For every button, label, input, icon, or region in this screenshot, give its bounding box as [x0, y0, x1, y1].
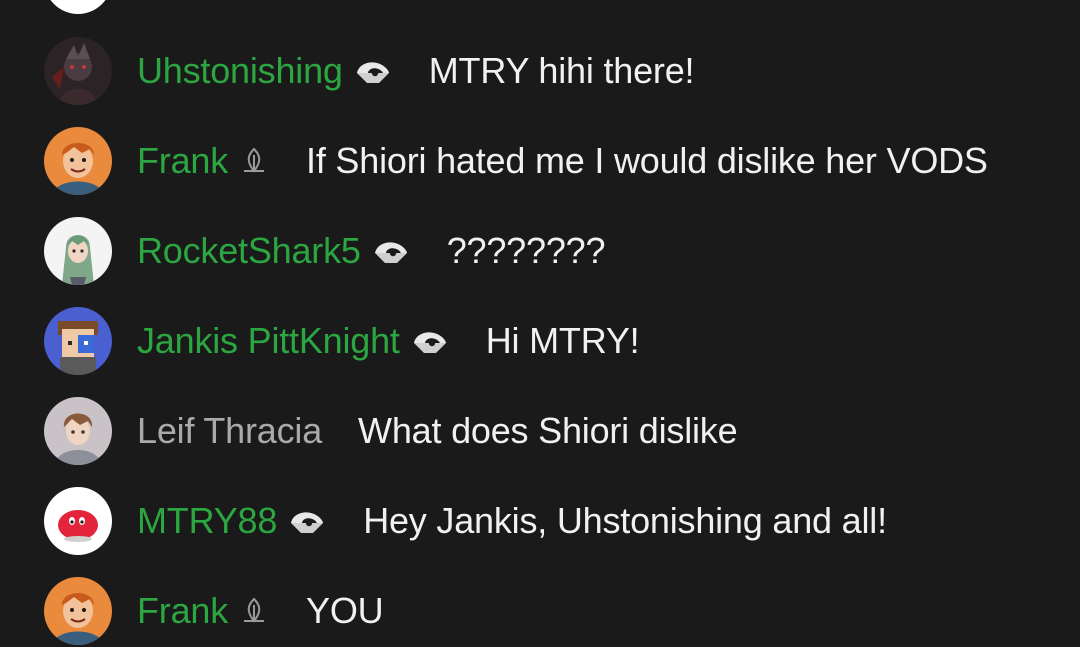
avatar[interactable]: [44, 217, 112, 285]
sprout-badge-icon: [238, 145, 270, 177]
avatar-image: [44, 307, 112, 375]
message-text: YOU: [306, 590, 384, 631]
avatar[interactable]: [44, 397, 112, 465]
avatar-image: [44, 577, 112, 645]
avatar[interactable]: [44, 577, 112, 645]
author-name[interactable]: MTRY88: [137, 500, 277, 542]
message-text: Hi MTRY!: [485, 320, 640, 361]
message-text: Hey Jankis, Uhstonishing and all!: [363, 500, 887, 541]
live-chat-feed: Uhstonishing MTRY hihi there! Frank If S…: [0, 0, 1080, 647]
avatar-image: [44, 487, 112, 555]
chat-message: Frank If Shiori hated me I would dislike…: [0, 116, 1080, 206]
chat-message: Uhstonishing MTRY hihi there!: [0, 26, 1080, 116]
avatar-image: [44, 127, 112, 195]
avatar[interactable]: [44, 307, 112, 375]
avatar-image: [44, 37, 112, 105]
message-text: ????????: [446, 230, 606, 271]
avatar[interactable]: [44, 0, 112, 14]
avatar-image: [44, 397, 112, 465]
author-name[interactable]: Frank: [137, 140, 228, 182]
avatar[interactable]: [44, 37, 112, 105]
message-text: What does Shiori dislike: [358, 410, 738, 451]
member-badge-icon: [287, 505, 327, 537]
sprout-badge-icon: [238, 595, 270, 627]
avatar-image: [44, 217, 112, 285]
author-name[interactable]: Leif Thracia: [137, 410, 322, 452]
avatar[interactable]: [44, 487, 112, 555]
chat-message: RocketShark5 ????????: [0, 206, 1080, 296]
chat-message: MTRY88 Hey Jankis, Uhstonishing and all!: [0, 476, 1080, 566]
chat-message: Frank YOU: [0, 566, 1080, 647]
message-text: If Shiori hated me I would dislike her V…: [306, 140, 988, 181]
author-name[interactable]: Uhstonishing: [137, 50, 343, 92]
avatar[interactable]: [44, 127, 112, 195]
message-text: MTRY hihi there!: [428, 50, 695, 91]
member-badge-icon: [353, 55, 393, 87]
author-name[interactable]: Jankis PittKnight: [137, 320, 400, 362]
chat-message: Jankis PittKnight Hi MTRY!: [0, 296, 1080, 386]
author-name[interactable]: Frank: [137, 590, 228, 632]
member-badge-icon: [410, 325, 450, 357]
member-badge-icon: [371, 235, 411, 267]
author-name[interactable]: RocketShark5: [137, 230, 361, 272]
chat-message: Leif Thracia What does Shiori dislike: [0, 386, 1080, 476]
